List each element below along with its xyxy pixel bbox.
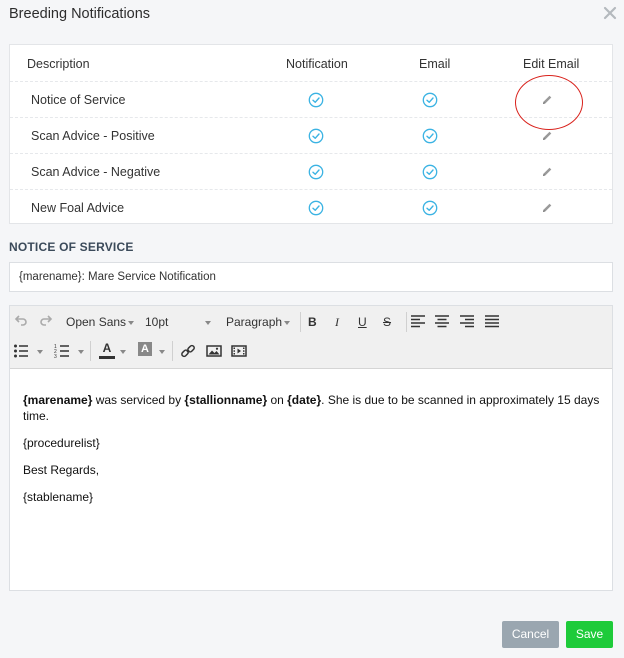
row-description: Notice of Service: [31, 93, 126, 107]
editor-content[interactable]: {marename} was serviced by {stallionname…: [23, 392, 603, 505]
notification-check-icon[interactable]: [308, 200, 324, 216]
align-left-icon[interactable]: [410, 314, 426, 330]
italic-button[interactable]: I: [335, 311, 339, 333]
notification-check-icon[interactable]: [308, 128, 324, 144]
email-check-icon[interactable]: [422, 200, 438, 216]
bold-button[interactable]: B: [308, 311, 317, 333]
notification-check-icon[interactable]: [308, 164, 324, 180]
align-justify-icon[interactable]: [484, 314, 500, 330]
row-description: New Foal Advice: [31, 201, 125, 215]
chevron-down-icon: [284, 321, 290, 325]
align-right-icon[interactable]: [459, 314, 475, 330]
pencil-icon[interactable]: [540, 201, 554, 215]
column-header-email: Email: [419, 57, 451, 71]
underline-button[interactable]: U: [358, 311, 367, 333]
placeholder-date: {date}: [287, 393, 322, 407]
toolbar-divider: [406, 312, 407, 332]
chevron-down-icon: [128, 321, 134, 325]
column-header-description: Description: [27, 57, 90, 71]
notification-check-icon[interactable]: [308, 92, 324, 108]
table-row: Scan Advice - Negative: [10, 153, 612, 190]
editor-toolbar: Open Sans 10pt Paragraph B I U S 123 A A: [10, 306, 612, 369]
chevron-down-icon: [37, 350, 43, 354]
pencil-icon[interactable]: [540, 165, 554, 179]
redo-icon[interactable]: [38, 312, 54, 328]
body-regards: Best Regards,: [23, 463, 100, 477]
row-description: Scan Advice - Negative: [31, 165, 161, 179]
strikethrough-button[interactable]: S: [383, 311, 391, 333]
placeholder-stallionname: {stallionname}: [184, 393, 268, 407]
table-row: Scan Advice - Positive: [10, 117, 612, 154]
email-check-icon[interactable]: [422, 92, 438, 108]
chevron-down-icon: [205, 321, 211, 325]
row-description: Scan Advice - Positive: [31, 129, 155, 143]
body-paragraph-1: {marename} was serviced by {stallionname…: [23, 392, 603, 424]
text-color-button[interactable]: A: [99, 339, 115, 359]
save-button[interactable]: Save: [566, 621, 613, 648]
toolbar-divider: [90, 341, 91, 361]
chevron-down-icon: [159, 350, 165, 354]
pencil-icon[interactable]: [540, 129, 554, 143]
email-check-icon[interactable]: [422, 164, 438, 180]
cancel-button[interactable]: Cancel: [502, 621, 559, 648]
close-icon[interactable]: [601, 4, 619, 22]
email-subject-input[interactable]: {marename}: Mare Service Notification: [9, 262, 613, 292]
background-color-button[interactable]: A: [138, 342, 152, 356]
undo-icon[interactable]: [13, 312, 29, 328]
column-header-notification: Notification: [286, 57, 348, 71]
toolbar-divider: [300, 312, 301, 332]
table-header-row: Description Notification Email Edit Emai…: [10, 46, 612, 82]
numbered-list-icon[interactable]: 123: [54, 343, 70, 359]
dialog-title: Breeding Notifications: [9, 6, 151, 22]
image-icon[interactable]: [206, 343, 222, 359]
annotation-circle: [515, 75, 583, 130]
toolbar-divider: [172, 341, 173, 361]
font-size-select[interactable]: 10pt: [145, 311, 168, 333]
notifications-table: Description Notification Email Edit Emai…: [9, 44, 613, 224]
placeholder-marename: {marename}: [23, 393, 93, 407]
body-text: on: [267, 393, 288, 407]
media-icon[interactable]: [231, 343, 247, 359]
email-check-icon[interactable]: [422, 128, 438, 144]
table-row: New Foal Advice: [10, 189, 612, 226]
dialog-header: Breeding Notifications: [0, 0, 624, 30]
body-text: was serviced by: [92, 393, 185, 407]
chevron-down-icon: [120, 350, 126, 354]
rich-text-editor: Open Sans 10pt Paragraph B I U S 123 A A…: [9, 305, 613, 591]
body-procedurelist: {procedurelist}: [23, 436, 100, 450]
bullet-list-icon[interactable]: [13, 343, 29, 359]
align-center-icon[interactable]: [434, 314, 450, 330]
link-icon[interactable]: [180, 343, 196, 359]
svg-text:3: 3: [54, 354, 57, 359]
chevron-down-icon: [78, 350, 84, 354]
body-stablename: {stablename}: [23, 490, 94, 504]
font-family-select[interactable]: Open Sans: [66, 311, 126, 333]
section-title: NOTICE OF SERVICE: [9, 240, 134, 254]
block-format-select[interactable]: Paragraph: [226, 311, 282, 333]
